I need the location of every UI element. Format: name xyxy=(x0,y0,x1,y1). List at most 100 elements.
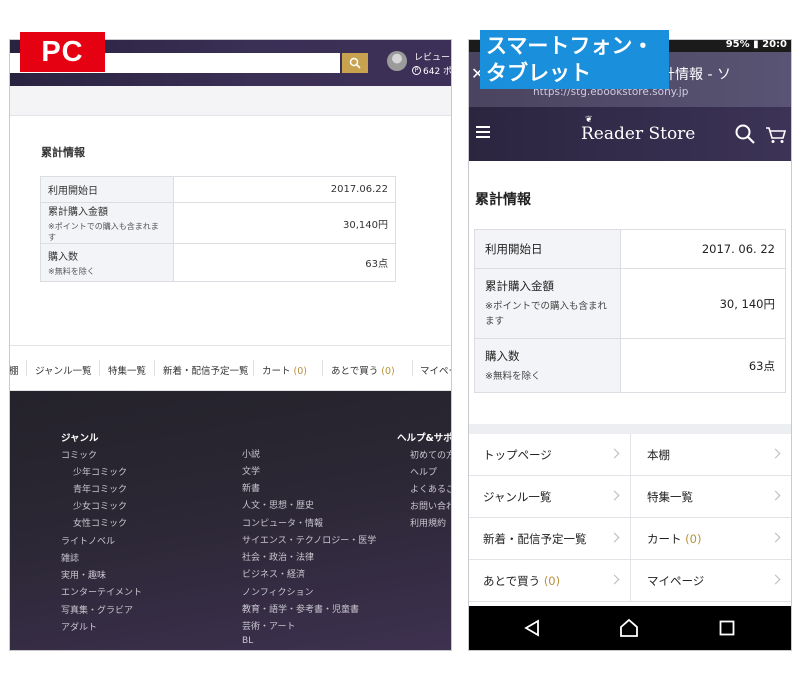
row-label: 累計購入金額 ※ポイントでの購入も含まれます xyxy=(474,268,621,339)
nav-top-page[interactable]: トップページ xyxy=(469,434,630,476)
row-note: ※無料を除く xyxy=(485,370,541,382)
back-icon[interactable] xyxy=(524,619,540,637)
point-coin-icon: P xyxy=(412,66,421,75)
hamburger-menu-icon[interactable] xyxy=(476,126,490,138)
footer-link[interactable]: コミック xyxy=(61,448,97,461)
summary-table: 利用開始日 2017.06.22 累計購入金額 ※ポイントでの購入も含まれます … xyxy=(40,176,396,282)
chevron-right-icon xyxy=(770,574,781,585)
table-row: 累計購入金額 ※ポイントでの購入も含まれます 30,140円 xyxy=(40,202,396,244)
reader-store-logo[interactable]: ❦ Reader Store xyxy=(581,115,695,144)
page-title: 累計情報 xyxy=(41,146,85,159)
footer-link[interactable]: コンピュータ・情報 xyxy=(242,516,323,529)
wishlist-count: (0) xyxy=(543,573,561,588)
nav-cart[interactable]: カート (0) xyxy=(630,518,791,560)
nav-divider xyxy=(99,360,100,376)
nav-new-releases[interactable]: 新着・配信予定一覧 xyxy=(469,518,630,560)
footer-link[interactable]: エンターテイメント xyxy=(61,585,142,598)
summary-table: 利用開始日 2017. 06. 22 累計購入金額 ※ポイントでの購入も含まれま… xyxy=(474,229,786,393)
footer-link[interactable]: 雑誌 xyxy=(61,551,79,564)
nav-cart[interactable]: カート (0) xyxy=(262,363,307,377)
footer-link[interactable]: 芸術・アート xyxy=(242,619,295,632)
row-note: ※無料を除く xyxy=(48,267,95,276)
footer-link[interactable]: 利用規約 xyxy=(410,516,446,529)
home-icon[interactable] xyxy=(619,618,639,638)
footer-link[interactable]: 小説 xyxy=(242,447,260,460)
row-value: 63点 xyxy=(173,243,396,282)
nav-new-releases[interactable]: 新着・配信予定一覧 xyxy=(163,363,249,377)
row-label: 購入数 ※無料を除く xyxy=(40,243,174,282)
table-row: 利用開始日 2017. 06. 22 xyxy=(474,229,786,269)
footer-link[interactable]: 少女コミック xyxy=(73,499,127,512)
row-value: 30, 140円 xyxy=(620,268,786,339)
row-label: 累計購入金額 ※ポイントでの購入も含まれます xyxy=(40,202,174,244)
footer-link[interactable]: 青年コミック xyxy=(73,482,127,495)
table-row: 利用開始日 2017.06.22 xyxy=(40,176,396,203)
footer-link[interactable]: 人文・思想・歴史 xyxy=(242,498,314,511)
footer-link[interactable]: アダルト xyxy=(61,620,97,633)
nav-bookshelf[interactable]: 本棚 xyxy=(630,434,791,476)
footer-link[interactable]: お問い合わ xyxy=(410,499,451,512)
footer-link[interactable]: ノンフィクション xyxy=(242,585,314,598)
footer-link[interactable]: ビジネス・経済 xyxy=(242,567,305,580)
nav-divider xyxy=(253,360,254,376)
nav-divider xyxy=(412,360,413,376)
footer-link[interactable]: 実用・趣味 xyxy=(61,568,106,581)
footer-link[interactable]: サイエンス・テクノロジー・医学 xyxy=(242,533,376,546)
chevron-right-icon xyxy=(609,574,620,585)
row-value: 2017. 06. 22 xyxy=(620,229,786,269)
footer-link[interactable]: 社会・政治・法律 xyxy=(242,550,314,563)
footer-link[interactable]: 女性コミック xyxy=(73,516,127,529)
avatar[interactable] xyxy=(387,51,407,71)
status-text: 95% ▮ 20:0 xyxy=(725,40,787,50)
nav-divider xyxy=(322,360,323,376)
chevron-right-icon xyxy=(609,532,620,543)
nav-wishlist[interactable]: あとで買う (0) xyxy=(331,363,395,377)
nav-divider xyxy=(154,360,155,376)
nav-mypage[interactable]: マイページ xyxy=(630,560,791,602)
user-name[interactable]: レビュー xyxy=(414,50,450,63)
smartphone-tablet-label: スマートフォン・ タブレット xyxy=(480,30,669,89)
nav-feature-list[interactable]: 特集一覧 xyxy=(630,476,791,518)
footer-link[interactable]: BL xyxy=(242,636,253,646)
row-note: ※ポイントでの購入も含まれます xyxy=(485,301,607,327)
row-value: 2017.06.22 xyxy=(173,176,396,203)
cart-icon[interactable] xyxy=(765,126,787,144)
chevron-right-icon xyxy=(609,448,620,459)
nav-genre-list[interactable]: ジャンル一覧 xyxy=(35,363,92,377)
browser-page-title: 計情報 - ソ xyxy=(661,67,731,83)
table-row: 購入数 ※無料を除く 63点 xyxy=(474,338,786,393)
recent-apps-icon[interactable] xyxy=(719,620,735,636)
pc-footer: ジャンル コミック 少年コミック 青年コミック 少女コミック 女性コミック ライ… xyxy=(10,391,451,650)
cart-count: (0) xyxy=(685,531,702,546)
footer-link[interactable]: 新書 xyxy=(242,481,260,494)
footer-link[interactable]: 教育・語学・参考書・児童書 xyxy=(242,602,359,615)
pc-nav-bar: 棚 ジャンル一覧 特集一覧 新着・配信予定一覧 カート (0) あとで買う (0… xyxy=(10,345,451,391)
nav-mypage[interactable]: マイペー xyxy=(420,363,451,377)
page-title: 累計情報 xyxy=(475,192,531,208)
chevron-right-icon xyxy=(609,490,620,501)
row-label: 購入数 ※無料を除く xyxy=(474,338,621,393)
footer-link[interactable]: 写真集・グラビア xyxy=(61,603,133,616)
search-icon[interactable] xyxy=(735,124,755,144)
nav-feature-list[interactable]: 特集一覧 xyxy=(108,363,146,377)
nav-genre-list[interactable]: ジャンル一覧 xyxy=(469,476,630,518)
user-points: P 642 ポ xyxy=(412,64,451,77)
nav-bookshelf[interactable]: 棚 xyxy=(10,363,19,377)
wishlist-count: (0) xyxy=(381,366,395,377)
footer-link[interactable]: よくあるご xyxy=(410,482,451,495)
footer-link[interactable]: 少年コミック xyxy=(73,465,127,478)
cart-count: (0) xyxy=(293,366,308,377)
footer-link[interactable]: 文学 xyxy=(242,464,260,477)
footer-link[interactable]: ライトノベル xyxy=(61,534,115,547)
search-button[interactable] xyxy=(342,53,368,73)
nav-wishlist[interactable]: あとで買う (0) xyxy=(469,560,630,602)
pc-subbar xyxy=(10,86,451,116)
row-value: 30,140円 xyxy=(173,202,396,244)
row-note: ※ポイントでの購入も含まれます xyxy=(48,222,159,242)
row-label: 利用開始日 xyxy=(474,229,621,269)
chevron-right-icon xyxy=(770,448,781,459)
search-icon xyxy=(349,57,361,69)
table-row: 累計購入金額 ※ポイントでの購入も含まれます 30, 140円 xyxy=(474,268,786,339)
footer-link[interactable]: 初めての方 xyxy=(410,448,451,461)
footer-link[interactable]: ヘルプ xyxy=(410,465,437,478)
